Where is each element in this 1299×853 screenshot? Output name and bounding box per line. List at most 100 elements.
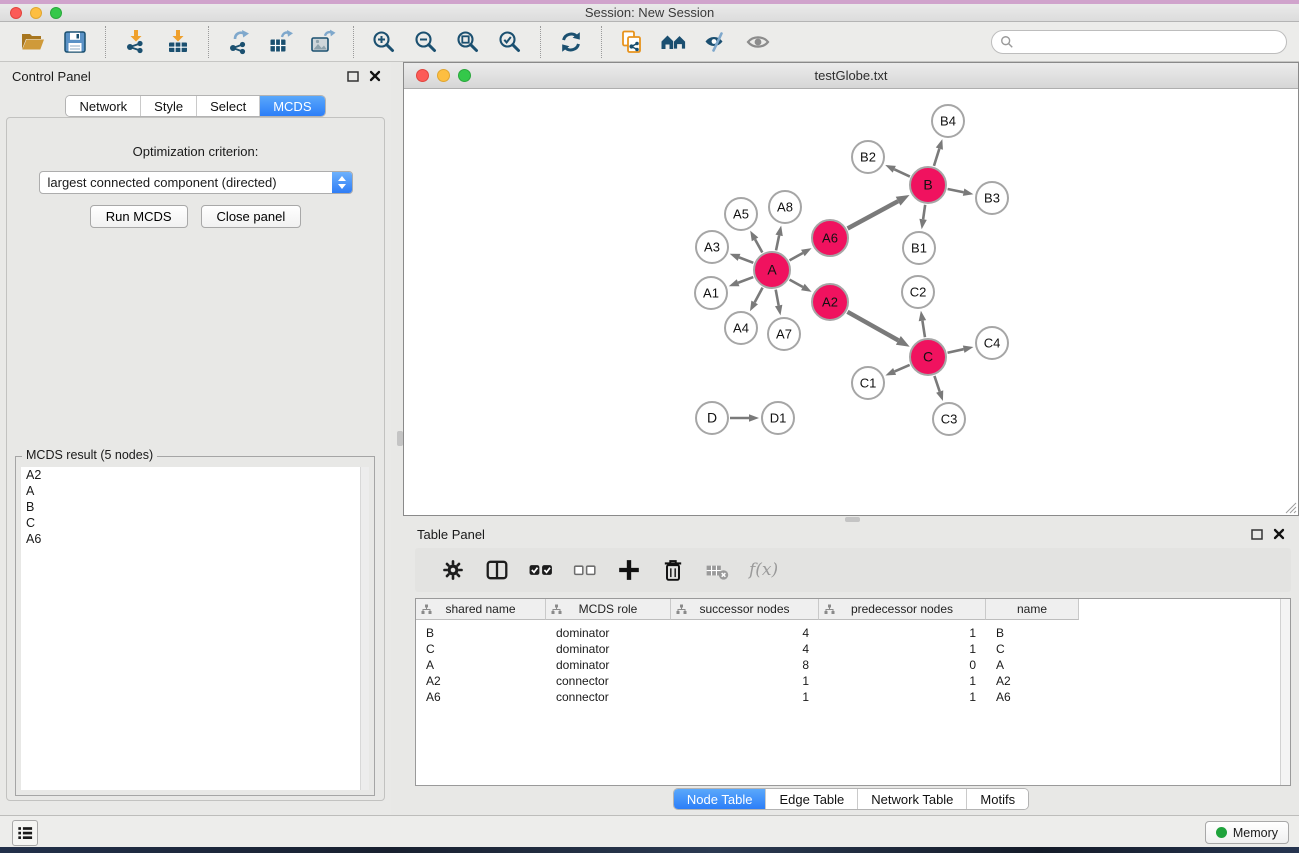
zoom-fit-icon[interactable] [455,29,481,55]
graph-edge-C-C4[interactable] [948,349,964,353]
tab-mcds[interactable]: MCDS [260,96,324,116]
table-row[interactable]: Bdominator 41 B [416,625,1290,641]
graph-node-label: B2 [860,150,876,165]
column-header-mcds-role[interactable]: MCDS role [546,599,671,620]
result-item[interactable]: A [21,483,369,499]
open-file-icon[interactable] [20,29,46,55]
table-row[interactable]: A6connector 11 A6 [416,689,1290,705]
float-panel-icon[interactable] [1249,526,1265,542]
close-panel-icon[interactable] [1271,526,1287,542]
home-icon[interactable] [661,29,687,55]
delete-table-icon[interactable] [705,558,729,582]
column-view-icon[interactable] [485,558,509,582]
hide-graphics-details-icon[interactable] [703,29,729,55]
graph-edge-A6-B[interactable] [848,201,899,228]
zoom-out-icon[interactable] [413,29,439,55]
zoom-selected-icon[interactable] [497,29,523,55]
column-header-shared-name[interactable]: shared name [416,599,546,620]
tab-select[interactable]: Select [197,96,260,116]
graph-node-label: A2 [822,295,838,310]
tab-style[interactable]: Style [141,96,197,116]
save-session-icon[interactable] [62,29,88,55]
close-panel-icon[interactable] [367,68,383,84]
result-item[interactable]: B [21,499,369,515]
table-header-row: shared name MCDS role successor nodes pr… [416,599,1290,620]
graph-edge-B-B3[interactable] [948,189,964,192]
export-network-icon[interactable] [226,29,252,55]
run-mcds-button[interactable]: Run MCDS [90,205,188,228]
tab-node-table[interactable]: Node Table [674,789,767,809]
delete-column-trash-icon[interactable] [661,558,685,582]
result-item[interactable]: A6 [21,531,369,547]
dropdown-stepper-icon [332,172,352,193]
table-row[interactable]: Adominator 80 A [416,657,1290,673]
graph-edge-A-A8[interactable] [776,235,779,250]
toolbar-separator [353,26,354,58]
result-item[interactable]: A2 [21,467,369,483]
graph-edge-arrowhead [801,248,812,256]
toolbar-separator [105,26,106,58]
table-row[interactable]: Cdominator 41 C [416,641,1290,657]
memory-button[interactable]: Memory [1205,821,1289,844]
search-input[interactable] [1019,35,1278,49]
result-item[interactable]: C [21,515,369,531]
tab-network[interactable]: Network [66,96,141,116]
resize-grip[interactable] [1283,500,1297,514]
graph-edge-B-B2[interactable] [894,169,910,176]
graph-node-label: A7 [776,327,792,342]
table-row[interactable]: A2connector 11 A2 [416,673,1290,689]
result-scrollbar[interactable] [360,467,369,790]
search-field[interactable] [991,30,1287,54]
graph-edge-arrowhead [750,301,758,312]
graph-edge-B-B4[interactable] [934,149,939,166]
import-network-icon[interactable] [123,29,149,55]
column-header-name[interactable]: name [986,599,1079,620]
graph-edge-A2-C[interactable] [847,312,898,341]
tab-motifs[interactable]: Motifs [967,789,1028,809]
graph-edge-A-A6[interactable] [790,253,803,260]
table-scrollbar[interactable] [1280,599,1290,785]
deselect-all-icon[interactable] [573,558,597,582]
graph-edge-A-A7[interactable] [776,290,779,306]
export-image-icon[interactable] [310,29,336,55]
graph-edge-B-B1[interactable] [923,205,925,219]
tab-network-table[interactable]: Network Table [858,789,967,809]
import-table-icon[interactable] [165,29,191,55]
select-all-icon[interactable] [529,558,553,582]
zoom-in-icon[interactable] [371,29,397,55]
graph-edge-arrowhead [750,231,758,242]
graph-node-label: B4 [940,114,956,129]
desktop-scrollbar-stub[interactable] [397,431,403,446]
refresh-layout-icon[interactable] [558,29,584,55]
graph-node-label: C2 [910,285,927,300]
graph-edge-C-C3[interactable] [934,376,939,392]
graph-edge-A-A3[interactable] [739,257,753,262]
graph-edge-arrowhead [919,311,926,321]
column-header-predecessor-nodes[interactable]: predecessor nodes [819,599,986,620]
graph-edge-arrowhead [885,165,896,173]
criterion-dropdown[interactable]: largest connected component (directed) [39,171,353,194]
graph-edge-A-A5[interactable] [755,239,762,252]
network-window-titlebar[interactable]: testGlobe.txt [404,63,1298,89]
function-builder-fx-icon[interactable]: f(x) [749,560,778,580]
graph-node-label: B [923,177,932,193]
show-graphics-details-icon[interactable] [745,29,771,55]
task-history-button[interactable] [12,820,38,846]
network-from-file-icon[interactable] [619,29,645,55]
close-panel-button[interactable]: Close panel [201,205,302,228]
network-canvas[interactable]: AA1A2A3A4A5A6A7A8BB1B2B3B4CC1C2C3C4DD1 [404,89,1298,515]
graph-edge-A-A1[interactable] [738,277,753,283]
export-table-icon[interactable] [268,29,294,55]
float-panel-icon[interactable] [345,68,361,84]
graph-node-label: B3 [984,191,1000,206]
table-settings-gear-icon[interactable] [441,558,465,582]
graph-edge-A-A4[interactable] [755,288,763,303]
graph-edge-C-C2[interactable] [922,321,925,338]
tab-edge-table[interactable]: Edge Table [766,789,858,809]
add-column-icon[interactable] [617,558,641,582]
mcds-result-title: MCDS result (5 nodes) [22,448,157,462]
graph-edge-A-A2[interactable] [790,280,803,287]
column-header-successor-nodes[interactable]: successor nodes [671,599,819,620]
graph-edge-C-C1[interactable] [895,365,910,372]
network-graph[interactable]: AA1A2A3A4A5A6A7A8BB1B2B3B4CC1C2C3C4DD1 [404,89,1298,515]
